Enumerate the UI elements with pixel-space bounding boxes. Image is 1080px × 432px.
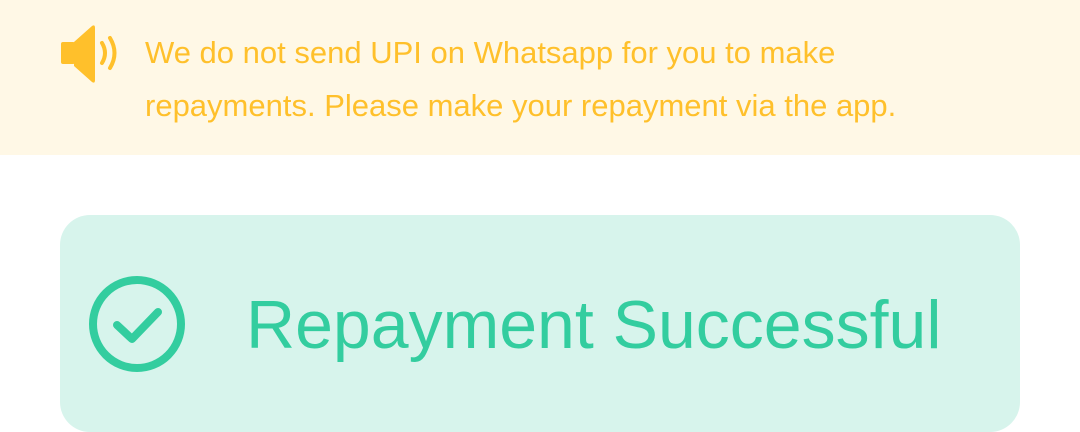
notice-message: We do not send UPI on Whatsapp for you t… bbox=[145, 26, 1045, 132]
check-circle-icon bbox=[89, 276, 185, 372]
notice-line-1: We do not send UPI on Whatsapp for you t… bbox=[145, 35, 836, 70]
repayment-status-title: Repayment Successful bbox=[246, 287, 942, 363]
speaker-icon bbox=[61, 25, 117, 83]
notice-line-2: repayments. Please make your repayment v… bbox=[145, 88, 897, 123]
